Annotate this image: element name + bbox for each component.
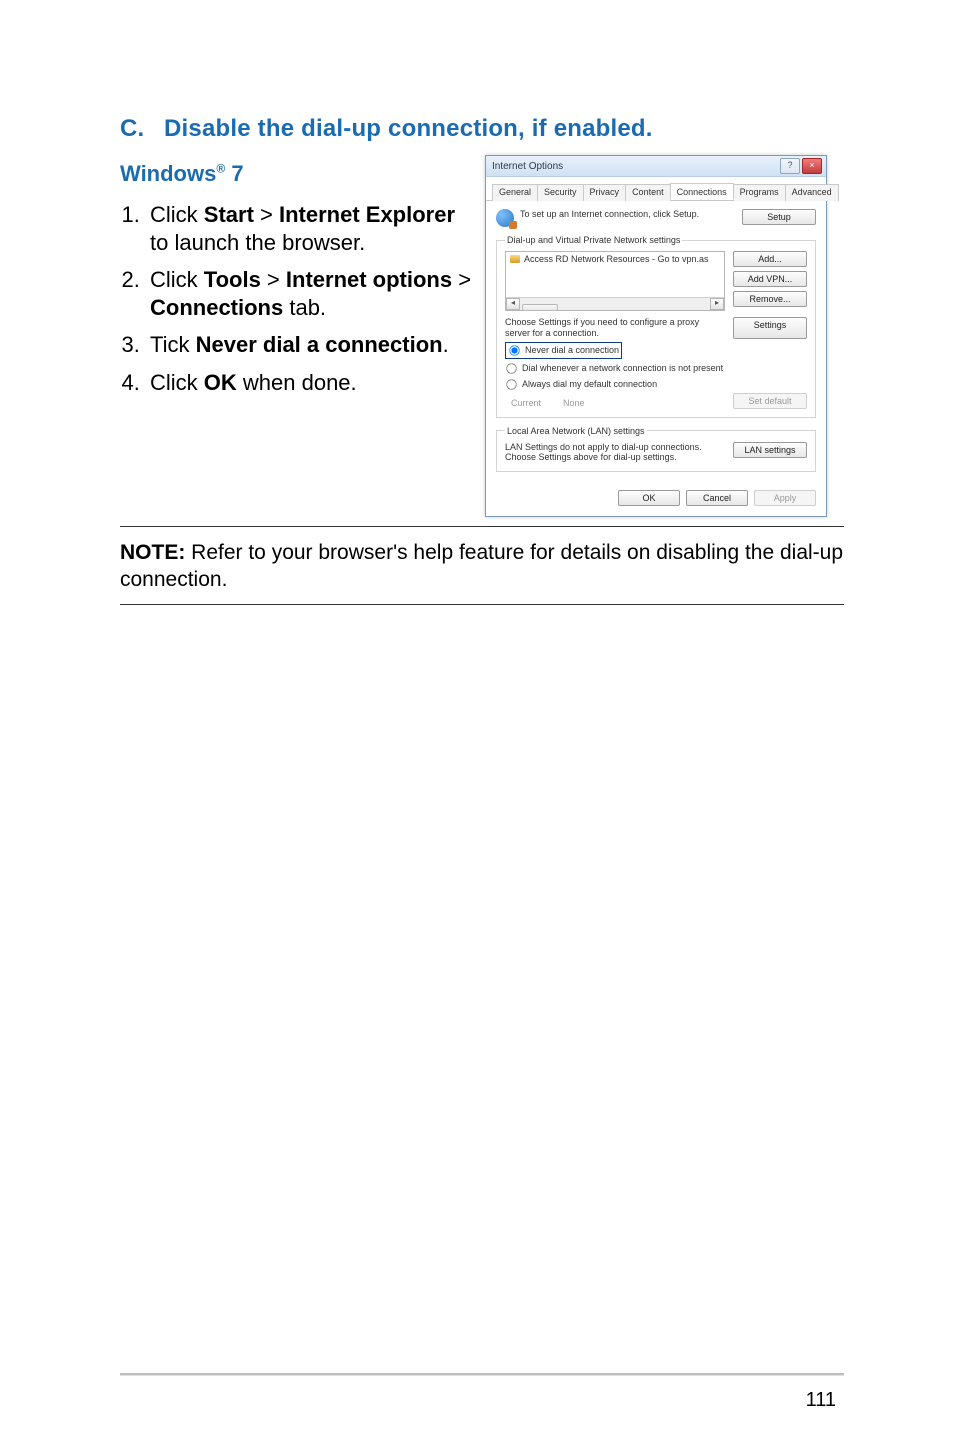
proxy-note-text: Choose Settings if you need to configure… [505, 317, 725, 339]
tab-connections[interactable]: Connections [670, 183, 734, 200]
tab-content[interactable]: Content [625, 184, 671, 201]
tab-security[interactable]: Security [537, 184, 584, 201]
step-2: Click Tools > Internet options > Connect… [146, 266, 478, 321]
steps-list: Click Start > Internet Explorer to launc… [120, 201, 478, 396]
cancel-button[interactable]: Cancel [686, 490, 748, 506]
list-item[interactable]: Access RD Network Resources - Go to vpn.… [506, 252, 724, 266]
dialog-titlebar[interactable]: Internet Options ? × [486, 156, 826, 177]
tab-advanced[interactable]: Advanced [785, 184, 839, 201]
never-dial-label: Never dial a connection [525, 345, 619, 355]
never-dial-radio[interactable] [509, 345, 519, 355]
close-button[interactable]: × [802, 158, 822, 174]
tab-general[interactable]: General [492, 184, 538, 201]
add-vpn-button[interactable]: Add VPN... [733, 271, 807, 287]
note-block: NOTE: Refer to your browser's help featu… [120, 526, 844, 605]
dial-whenever-label: Dial whenever a network connection is no… [522, 363, 723, 373]
setup-button[interactable]: Setup [742, 209, 816, 225]
lan-text: LAN Settings do not apply to dial-up con… [505, 442, 725, 464]
globe-icon [496, 209, 514, 227]
current-value: None [563, 398, 585, 408]
set-default-button: Set default [733, 393, 807, 409]
scroll-right-arrow[interactable]: ▸ [710, 298, 724, 310]
subheading-windows7: Windows® 7 [120, 161, 478, 187]
step-3: Tick Never dial a connection. [146, 331, 478, 359]
footer-rule [120, 1373, 844, 1376]
dialup-legend: Dial-up and Virtual Private Network sett… [505, 235, 682, 245]
setup-text: To set up an Internet connection, click … [520, 209, 736, 220]
dialog-title: Internet Options [490, 161, 780, 172]
dialog-action-row: OK Cancel Apply [486, 482, 826, 516]
tab-programs[interactable]: Programs [733, 184, 786, 201]
section-title: Disable the dial-up connection, if enabl… [164, 115, 653, 142]
current-label: Current [511, 398, 541, 408]
network-icon [510, 255, 520, 263]
subheading-prefix: Windows [120, 161, 216, 186]
lan-group: Local Area Network (LAN) settings LAN Se… [496, 426, 816, 473]
apply-button: Apply [754, 490, 816, 506]
tab-strip: General Security Privacy Content Connect… [486, 177, 826, 201]
subheading-suffix: 7 [225, 161, 243, 186]
note-label: NOTE: [120, 541, 185, 564]
lan-legend: Local Area Network (LAN) settings [505, 426, 647, 436]
page-number: 111 [806, 1389, 836, 1412]
scroll-thumb[interactable] [522, 304, 558, 311]
settings-button[interactable]: Settings [733, 317, 807, 339]
section-heading: C.Disable the dial-up connection, if ena… [120, 115, 844, 143]
help-button[interactable]: ? [780, 158, 800, 174]
internet-options-dialog: Internet Options ? × General Security Pr… [485, 155, 827, 517]
step-1: Click Start > Internet Explorer to launc… [146, 201, 478, 256]
always-dial-label: Always dial my default connection [522, 379, 657, 389]
note-text: Refer to your browser's help feature for… [120, 541, 843, 591]
list-item-label: Access RD Network Resources - Go to vpn.… [524, 254, 709, 264]
horizontal-scrollbar[interactable]: ◂ ▸ [506, 297, 724, 310]
section-letter: C. [120, 115, 164, 143]
dial-whenever-radio[interactable] [506, 363, 516, 373]
connections-listbox[interactable]: Access RD Network Resources - Go to vpn.… [505, 251, 725, 311]
lan-settings-button[interactable]: LAN settings [733, 442, 807, 458]
add-button[interactable]: Add... [733, 251, 807, 267]
registered-symbol: ® [216, 162, 225, 176]
ok-button[interactable]: OK [618, 490, 680, 506]
tab-privacy[interactable]: Privacy [583, 184, 627, 201]
always-dial-radio[interactable] [506, 379, 516, 389]
step-4: Click OK when done. [146, 369, 478, 397]
never-dial-highlight: Never dial a connection [505, 342, 622, 359]
remove-button[interactable]: Remove... [733, 291, 807, 307]
dialup-group: Dial-up and Virtual Private Network sett… [496, 235, 816, 418]
scroll-left-arrow[interactable]: ◂ [506, 298, 520, 310]
